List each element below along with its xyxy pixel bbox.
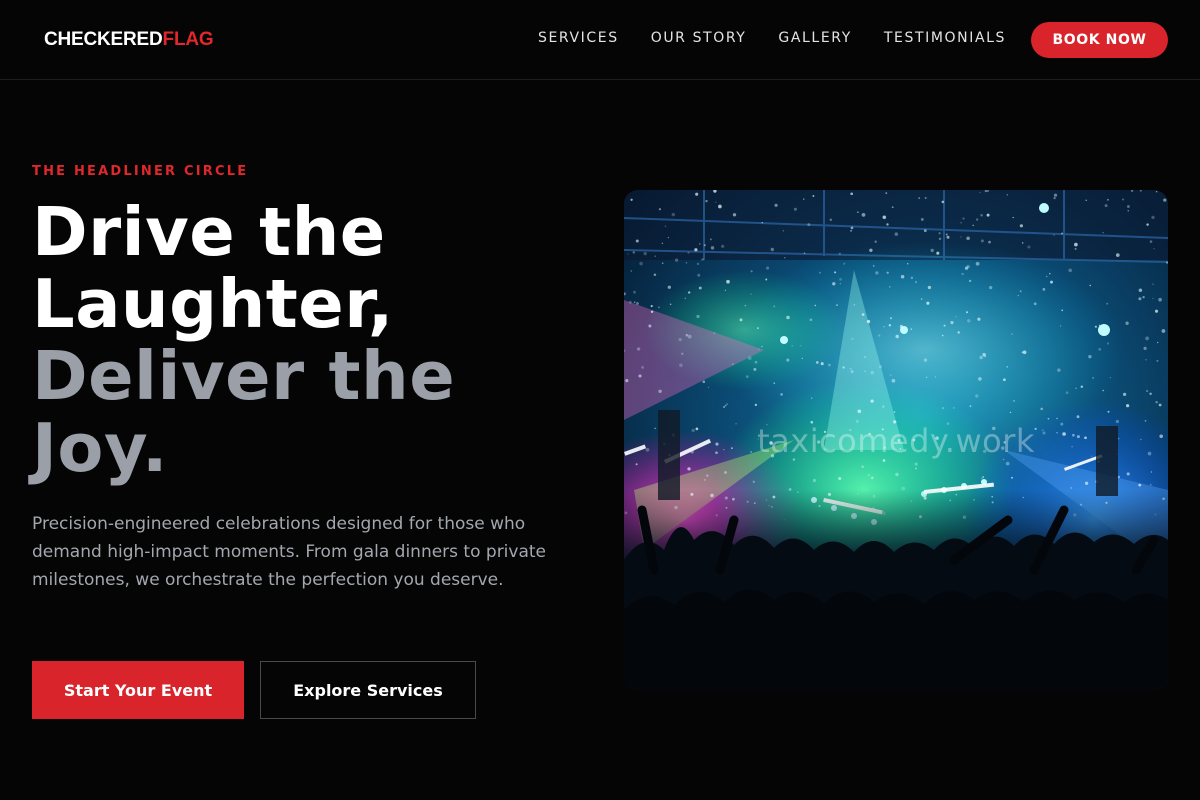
brand-name-accent: FLAG [162,29,214,50]
hero-headline: Drive the Laughter, Deliver the Joy. [32,196,592,484]
concert-illustration [624,190,1168,690]
hero-concert-image: taxicomedy.work [624,190,1168,690]
explore-services-button[interactable]: Explore Services [260,661,476,719]
hero-eyebrow: THE HEADLINER CIRCLE [32,164,249,179]
main-nav: SERVICES OUR STORY GALLERY TESTIMONIALS [538,30,1006,46]
headline-line-1: Drive the [32,193,386,271]
start-your-event-button[interactable]: Start Your Event [32,661,244,719]
brand-logo[interactable]: CHECKEREDFLAG [44,29,214,51]
nav-link-services[interactable]: SERVICES [538,30,619,46]
hero-description: Precision-engineered celebrations design… [32,514,547,590]
brand-name-main: CHECKERED [44,29,163,50]
headline-line-2: Laughter, [32,265,394,343]
headline-line-3: Deliver the [32,337,456,415]
nav-link-our-story[interactable]: OUR STORY [651,30,747,46]
site-header: CHECKEREDFLAG SERVICES OUR STORY GALLERY… [0,0,1200,80]
nav-link-gallery[interactable]: GALLERY [778,30,851,46]
nav-link-testimonials[interactable]: TESTIMONIALS [884,30,1006,46]
headline-line-4: Joy. [32,409,168,487]
book-now-button[interactable]: BOOK NOW [1031,22,1168,58]
